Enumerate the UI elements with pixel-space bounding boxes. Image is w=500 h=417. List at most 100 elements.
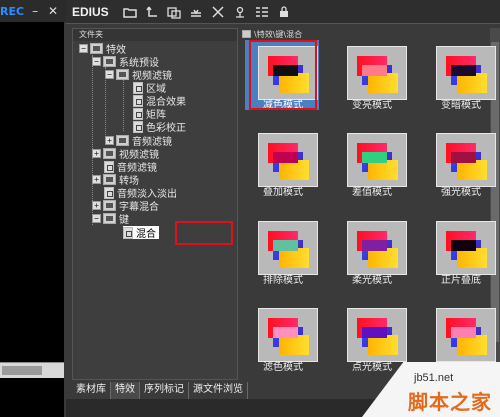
effect-thumbnail[interactable] (258, 221, 318, 275)
thumbnail-swatch (273, 327, 298, 338)
effect-label: 正片叠底 (441, 275, 481, 286)
preview-scrollbar[interactable] (0, 362, 64, 378)
effect-thumbnail[interactable] (347, 133, 407, 187)
effect-thumbnail[interactable] (436, 221, 496, 275)
tree-node-label: 键 (119, 215, 129, 226)
preview-panel: REC – ✕ (0, 0, 66, 417)
expand-icon[interactable]: + (92, 175, 101, 184)
minimize-icon[interactable]: – (28, 4, 42, 18)
effect-thumbnail[interactable] (347, 221, 407, 275)
collapse-icon[interactable]: − (105, 70, 114, 79)
effect-icon (133, 107, 143, 120)
thumbnail-swatch (457, 248, 487, 268)
thumbnail-swatch (451, 327, 476, 338)
tree-line (123, 79, 124, 131)
thumbnail-swatch (368, 73, 398, 93)
highlight-box (249, 40, 317, 110)
thumbnail-swatch (457, 160, 487, 180)
folder-icon[interactable] (119, 3, 141, 21)
preview-titlebar: REC – ✕ (0, 0, 66, 22)
tab-effects[interactable]: 特效 (111, 382, 140, 399)
thumbnail-swatch (368, 160, 398, 180)
thumbnail-swatch (279, 335, 309, 355)
thumbnail-swatch (279, 160, 309, 180)
thumbnail-swatch (368, 335, 398, 355)
up-level-icon[interactable] (141, 3, 163, 21)
folder-icon (103, 200, 116, 211)
effect-label: 变暗模式 (441, 100, 481, 111)
folder-open-icon (103, 56, 116, 67)
collapse-icon[interactable]: − (79, 44, 88, 53)
effect-label: 强光模式 (441, 187, 481, 198)
collapse-icon[interactable]: − (92, 214, 101, 223)
folder-open-icon (103, 213, 116, 224)
thumbnail-swatch (457, 73, 487, 93)
effect-thumbnail[interactable] (347, 308, 407, 362)
effect-thumbnail[interactable] (258, 133, 318, 187)
tab-bin[interactable]: 素材库 (72, 382, 111, 399)
folder-icon (242, 30, 251, 38)
folder-icon (103, 174, 116, 185)
folder-tree: 文件夹 − 特效 − 系统预设 − 视频滤镜 区域 混合效果 矩阵 色彩校正 +… (72, 28, 238, 380)
collapse-icon[interactable]: − (92, 57, 101, 66)
effect-label: 滤色模式 (263, 362, 303, 373)
folder-open-icon (116, 69, 129, 80)
tree-node-color-correction[interactable]: 色彩校正 (133, 120, 186, 134)
tree-node-blend[interactable]: 混合 (123, 226, 159, 240)
delete-icon[interactable] (207, 3, 229, 21)
new-folder-icon[interactable] (163, 3, 185, 21)
tree-header: 文件夹 (73, 29, 237, 41)
app-title: EDIUS (72, 4, 109, 19)
thumbnail-swatch (362, 65, 387, 76)
thumbnail-swatch (362, 240, 387, 251)
tab-source-browser[interactable]: 源文件浏览 (189, 382, 248, 399)
watermark-site: jb51.net (414, 372, 454, 384)
folder-icon (103, 148, 116, 159)
effect-thumbnail[interactable] (436, 46, 496, 100)
effect-thumbnail[interactable] (258, 308, 318, 362)
apply-effect-icon[interactable] (185, 3, 207, 21)
scroll-thumb[interactable] (2, 366, 42, 375)
effect-label: 柔光模式 (352, 275, 392, 286)
thumbnail-swatch (273, 152, 298, 163)
effect-icon (133, 81, 143, 94)
properties-icon[interactable] (229, 3, 251, 21)
thumbnail-swatch (362, 327, 387, 338)
expand-icon[interactable]: + (92, 149, 101, 158)
folder-open-icon (90, 43, 103, 54)
view-mode-icon[interactable] (251, 3, 273, 21)
thumbnail-swatch (362, 152, 387, 163)
close-icon[interactable]: ✕ (46, 4, 60, 18)
breadcrumb: \特效\键\混合 (242, 28, 302, 40)
effect-thumbnail[interactable] (347, 46, 407, 100)
effect-label: 差值模式 (352, 187, 392, 198)
thumbnail-swatch (279, 248, 309, 268)
thumbnail-swatch (457, 335, 487, 355)
lock-icon[interactable] (273, 3, 295, 21)
thumbnail-swatch (451, 240, 476, 251)
effect-thumbnail[interactable] (436, 133, 496, 187)
tree-node-keyers[interactable]: − 键 (92, 212, 129, 226)
effect-icon (133, 120, 143, 133)
expand-icon[interactable]: + (92, 201, 101, 210)
tab-sequence-markers[interactable]: 序列标记 (140, 382, 189, 399)
effect-label: 排除模式 (263, 275, 303, 286)
thumbnail-swatch (273, 240, 298, 251)
breadcrumb-path: \特效\键\混合 (254, 29, 303, 39)
thumbnail-swatch (368, 248, 398, 268)
highlight-box (175, 221, 233, 245)
effect-label: 叠加模式 (263, 187, 303, 198)
effect-icon (104, 160, 114, 173)
effect-icon (104, 186, 114, 199)
effect-icon (123, 226, 133, 239)
effect-icon (133, 94, 143, 107)
folder-icon (116, 135, 129, 146)
thumbnail-swatch (451, 65, 476, 76)
tree-node-label: 混合 (136, 229, 156, 240)
effect-thumbnail[interactable] (436, 308, 496, 362)
rec-label: REC (0, 4, 25, 18)
expand-icon[interactable]: + (105, 136, 114, 145)
palette-toolbar: EDIUS (66, 0, 500, 24)
tree-node-label: 色彩校正 (146, 123, 186, 134)
effect-label: 变亮模式 (352, 100, 392, 111)
